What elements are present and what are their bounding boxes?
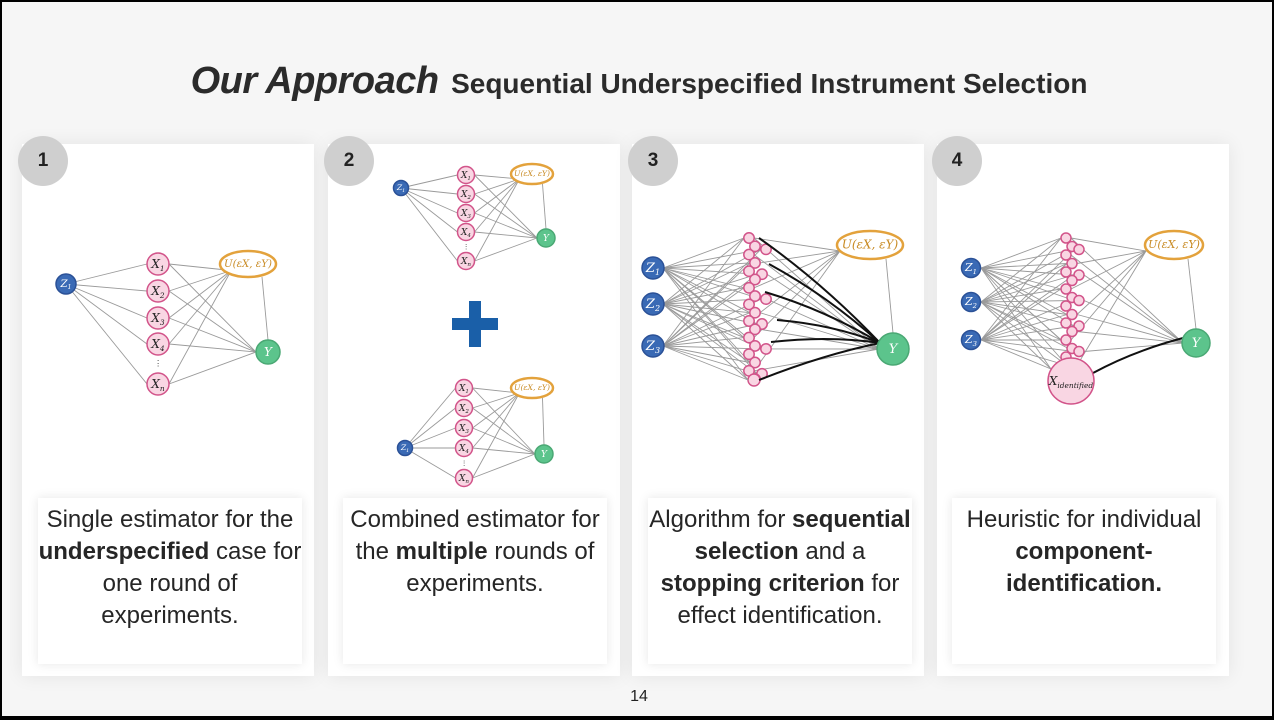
graph-edge [404, 447, 456, 479]
step-1-caption: Single estimator for the underspecified … [38, 498, 302, 664]
step-4-caption: Heuristic for individual component-ident… [952, 498, 1216, 664]
graph-edge [1076, 331, 1184, 344]
x-node-small [1073, 345, 1085, 358]
graph-edge [472, 427, 536, 455]
slide: Our Approach Sequential Underspecified I… [2, 2, 1272, 716]
graph-edge [472, 447, 536, 455]
x-node-small [1073, 243, 1085, 256]
graph-edge [1083, 274, 1184, 344]
graph-edge [980, 267, 1075, 327]
ellipsis-mark: ⋮ [461, 460, 467, 467]
graph-edge [980, 300, 1075, 303]
step-4-caption-text: Heuristic for individual component-ident… [966, 506, 1202, 597]
graph-edge [980, 274, 1075, 341]
graph-edge [1187, 258, 1197, 330]
step-3-caption-text: Algorithm for sequential selection and a… [649, 506, 911, 629]
step-1-caption-text: Single estimator for the underspecified … [38, 506, 302, 629]
y-node-label: Y [541, 450, 548, 460]
x-node-small [1073, 294, 1085, 307]
page-number: 14 [630, 688, 648, 705]
graph-edge [472, 453, 536, 479]
graph-edge [1083, 342, 1184, 352]
u-node-label: U(εX, εY) [1148, 238, 1200, 251]
step-2-caption: Combined estimator for the multiple roun… [343, 498, 607, 664]
step-4-diagram: XidentifiedZ1Z2Z3U(εX, εY)Y [960, 229, 1211, 405]
step-2-caption-text: Combined estimator for the multiple roun… [350, 506, 600, 597]
step-3-caption: Algorithm for sequential selection and a… [648, 498, 912, 664]
graph-edge [1076, 250, 1147, 315]
graph-edge [1076, 297, 1184, 344]
graph-edge [980, 267, 1052, 370]
graph-edge [980, 339, 1068, 366]
identified-arrow [1092, 337, 1184, 374]
graph-edge [980, 300, 1075, 341]
y-node-label: Y [1192, 336, 1202, 351]
